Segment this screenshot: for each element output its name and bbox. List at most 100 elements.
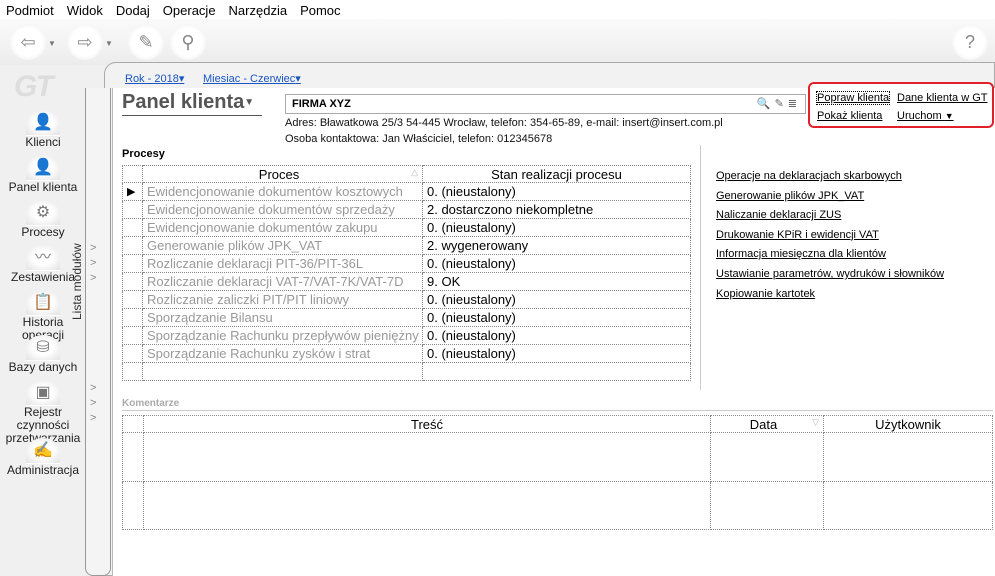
sidebar-item-rejestr[interactable]: ▣Rejestr czynności przetwarzania	[0, 380, 86, 445]
sidebar-item-bazy-danych[interactable]: ⛁ Bazy danych	[0, 335, 86, 380]
table-row[interactable]: Sporządzanie Rachunku zysków i strat 0. (…	[122, 344, 691, 363]
divider	[700, 145, 701, 390]
link-parametry[interactable]: Ustawianie parametrów, wydruków i słowni…	[716, 268, 944, 288]
process-name: Rozliczanie zaliczki PIT/PIT liniowy	[142, 290, 423, 309]
row-indicator	[122, 254, 143, 273]
row-indicator	[122, 218, 143, 237]
divider	[122, 410, 993, 411]
module-list-label[interactable]: Lista modułów	[70, 200, 84, 320]
link-deklaracje[interactable]: Operacje na deklaracjach skarbowych	[716, 170, 944, 190]
menu-widok[interactable]: Widok	[61, 0, 110, 19]
row-indicator: ▶	[122, 182, 143, 201]
link-informacja[interactable]: Informacja miesięczna dla klientów	[716, 248, 944, 268]
pencil-icon[interactable]: ✎	[775, 98, 788, 110]
column-header-tresc[interactable]: Treść	[143, 415, 711, 433]
menu-narzedzia[interactable]: Narzędzia	[223, 0, 295, 19]
table-row[interactable]	[122, 432, 993, 482]
process-name: Ewidencjonowanie dokumentów zakupu	[142, 218, 423, 237]
chevron-right-icon[interactable]: >	[90, 257, 96, 269]
table-row[interactable]: Ewidencjonowanie dokumentów zakupu 0. (ni…	[122, 218, 691, 237]
process-status[interactable]: 0. (nieustalony)	[422, 308, 691, 327]
client-contact: Osoba kontaktowa: Jan Właściciel, telefo…	[285, 133, 553, 145]
chevron-right-icon[interactable]: >	[90, 382, 96, 394]
table-row[interactable]: Rozliczanie deklaracji PIT-36/PIT-36L 0. …	[122, 254, 691, 273]
link-zus[interactable]: Naliczanie deklaracji ZUS	[716, 209, 944, 229]
back-dropdown-icon[interactable]: ▼	[48, 39, 56, 48]
month-selector[interactable]: Miesiac - Czerwiec▾	[203, 72, 301, 85]
link-kopiowanie[interactable]: Kopiowanie kartotek	[716, 288, 944, 308]
link-jpk[interactable]: Generowanie plików JPK_VAT	[716, 190, 944, 210]
back-arrow-icon[interactable]: ⇦	[10, 24, 46, 60]
process-status[interactable]: 9. OK	[422, 272, 691, 291]
chevron-right-icon[interactable]: >	[90, 397, 96, 409]
quick-links: Operacje na deklaracjach skarbowych Gene…	[716, 170, 944, 307]
process-name: Sporządzanie Rachunku przepływów pienięż…	[142, 326, 423, 345]
process-name: Ewidencjonowanie dokumentów sprzedaży	[142, 200, 423, 219]
link-kpir[interactable]: Drukowanie KPiR i ewidencji VAT	[716, 229, 944, 249]
process-status[interactable]: 0. (nieustalony)	[422, 218, 691, 237]
sidebar-item-klienci[interactable]: 👤 Klienci	[0, 110, 86, 155]
process-status[interactable]: 0. (nieustalony)	[422, 344, 691, 363]
process-status[interactable]: 0. (nieustalony)	[422, 182, 691, 201]
sidebar-item-panel-klienta[interactable]: 👤 Panel klienta	[0, 155, 86, 200]
table-row[interactable]: Rozliczanie deklaracji VAT-7/VAT-7K/VAT-…	[122, 272, 691, 291]
process-status[interactable]: 0. (nieustalony)	[422, 290, 691, 309]
search-icon[interactable]: 🔍	[757, 98, 775, 110]
table-row[interactable]	[122, 362, 691, 381]
process-status[interactable]: 2. wygenerowany	[422, 236, 691, 255]
year-selector[interactable]: Rok - 2018▾	[125, 72, 184, 85]
help-icon[interactable]: ?	[952, 24, 988, 60]
processes-label: Procesy	[122, 148, 165, 160]
id-card-icon: ▣	[26, 380, 60, 406]
column-header-data[interactable]: Data ▽	[710, 415, 824, 433]
process-name: Generowanie plików JPK_VAT	[142, 236, 423, 255]
forward-arrow-icon[interactable]: ⇨	[67, 24, 103, 60]
column-header-proces[interactable]: Proces △	[142, 165, 423, 183]
forward-dropdown-icon[interactable]: ▼	[105, 39, 113, 48]
chevron-down-icon: ▾	[178, 73, 185, 85]
process-name: Sporządzanie Rachunku zysków i strat	[142, 344, 423, 363]
table-row[interactable]: Generowanie plików JPK_VAT 2. wygenerowan…	[122, 236, 691, 255]
menu-podmiot[interactable]: Podmiot	[0, 0, 61, 19]
person-card-icon: 👤	[26, 155, 60, 181]
comments-table: Treść Data ▽ Użytkownik	[122, 415, 993, 530]
table-row[interactable]: Sporządzanie Bilansu 0. (nieustalony)	[122, 308, 691, 327]
chevron-right-icon[interactable]: >	[90, 412, 96, 424]
menu-dodaj[interactable]: Dodaj	[110, 0, 157, 19]
row-indicator	[122, 272, 143, 291]
row-indicator	[122, 326, 143, 345]
table-row[interactable]: Sporządzanie Rachunku przepływów pienięż…	[122, 326, 691, 345]
process-status[interactable]: 0. (nieustalony)	[422, 326, 691, 345]
chevron-down-icon: ▼	[944, 111, 954, 121]
client-actions-box: Popraw klienta Dane klienta w GT Pokaż k…	[808, 82, 994, 128]
process-status[interactable]: 2. dostarczono niekompletne	[422, 200, 691, 219]
sidebar-item-administracja[interactable]: ✍ Administracja	[0, 438, 86, 483]
edit-client-link[interactable]: Popraw klienta	[815, 91, 891, 105]
column-header-uzytkownik[interactable]: Użytkownik	[823, 415, 993, 433]
row-indicator	[122, 236, 143, 255]
table-row[interactable]: Rozliczanie zaliczki PIT/PIT liniowy 0. (…	[122, 290, 691, 309]
chevron-right-icon[interactable]: >	[90, 272, 96, 284]
client-search-input[interactable]: FIRMA XYZ 🔍✎≣	[285, 94, 806, 114]
run-menu[interactable]: Uruchom ▼	[897, 110, 954, 122]
row-indicator	[122, 344, 143, 363]
database-icon: ⛁	[26, 335, 60, 361]
stamp-icon[interactable]: ⚲	[170, 24, 206, 60]
row-indicator	[122, 308, 143, 327]
table-row[interactable]: ▶ Ewidencjonowanie dokumentów kosztowych 0…	[122, 182, 691, 201]
module-list-strip[interactable]	[85, 88, 111, 576]
menu-pomoc[interactable]: Pomoc	[294, 0, 347, 19]
chevron-down-icon: ▾	[295, 73, 301, 85]
table-row[interactable]	[122, 481, 993, 530]
process-name: Ewidencjonowanie dokumentów kosztowych	[142, 182, 423, 201]
column-header-stan[interactable]: Stan realizacji procesu	[422, 165, 691, 183]
process-status[interactable]: 0. (nieustalony)	[422, 254, 691, 273]
brush-icon[interactable]: ✎	[128, 24, 164, 60]
client-gt-data-link[interactable]: Dane klienta w GT	[897, 92, 987, 104]
show-client-link[interactable]: Pokaż klienta	[817, 110, 882, 122]
table-row[interactable]: Ewidencjonowanie dokumentów sprzedaży 2. …	[122, 200, 691, 219]
chevron-right-icon[interactable]: >	[90, 242, 96, 254]
list-icon[interactable]: ≣	[788, 98, 801, 110]
menu-operacje[interactable]: Operacje	[157, 0, 223, 19]
page-title[interactable]: Panel klienta▼	[122, 91, 262, 116]
